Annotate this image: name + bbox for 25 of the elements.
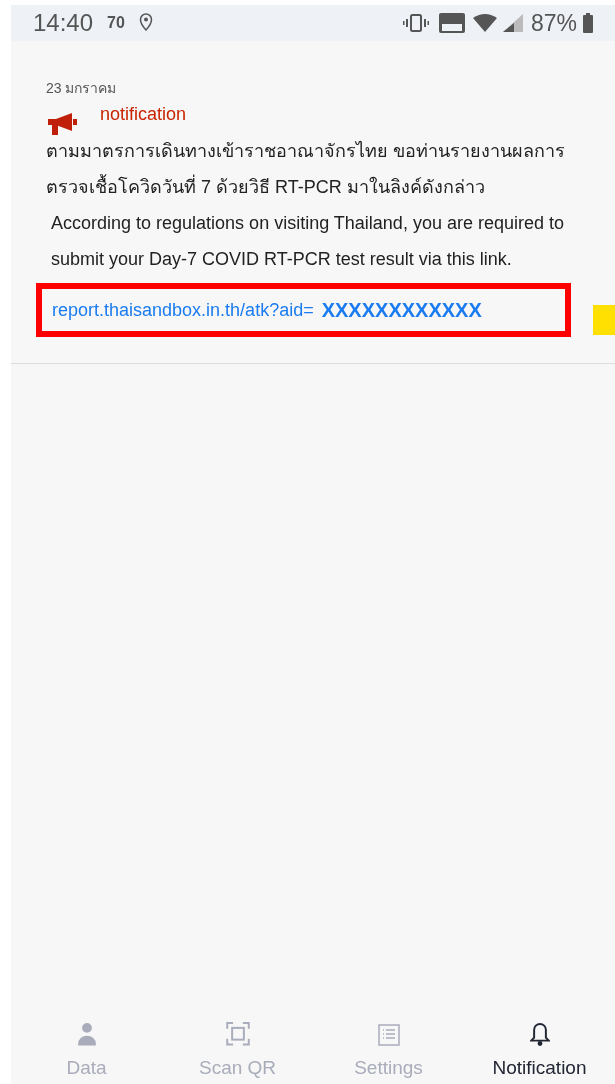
clock: 14:40	[33, 8, 94, 38]
battery-level: 87%	[530, 8, 577, 38]
bell-icon	[529, 1022, 550, 1046]
link-id[interactable]: XXXXXXXXXXXX	[321, 295, 482, 325]
tab[interactable]: Data	[11, 1022, 162, 1082]
notification-date: 23 มกราคม	[46, 79, 118, 97]
signal-icon	[502, 14, 523, 32]
message-paragraph: ตามมาตรการเดินทางเข้าราชอาณาจักรไทย ขอท่านรายงานผลการตรวจเชื้อโควิดวันที่ 7 ด้วยวิธี RT-PCR มาในลิงค์ดังกล่าว	[46, 140, 566, 199]
megaphone-icon	[46, 113, 78, 135]
volte-icon	[438, 13, 465, 33]
battery-icon	[583, 13, 593, 33]
person-icon	[76, 1022, 97, 1046]
tab[interactable]: Scan QR	[162, 1022, 313, 1082]
tab[interactable]: Settings	[313, 1022, 464, 1082]
notification-title: notification	[100, 103, 187, 125]
location-icon	[138, 13, 153, 33]
scan-icon	[225, 1022, 250, 1046]
list-icon	[377, 1023, 400, 1046]
notification-count: 70	[107, 13, 125, 33]
highlight-marker	[593, 305, 615, 335]
vibrate-icon	[402, 14, 429, 32]
message-paragraph: According to regulations on visiting Thailand, you are required to submit your Day-7 COVID RT-PCR test result via this link.	[50, 212, 565, 271]
wifi-icon	[472, 14, 497, 32]
report-link[interactable]: report.thaisandbox.in.th/atk?aid=	[52, 296, 314, 324]
tab[interactable]: Notification	[464, 1022, 615, 1082]
